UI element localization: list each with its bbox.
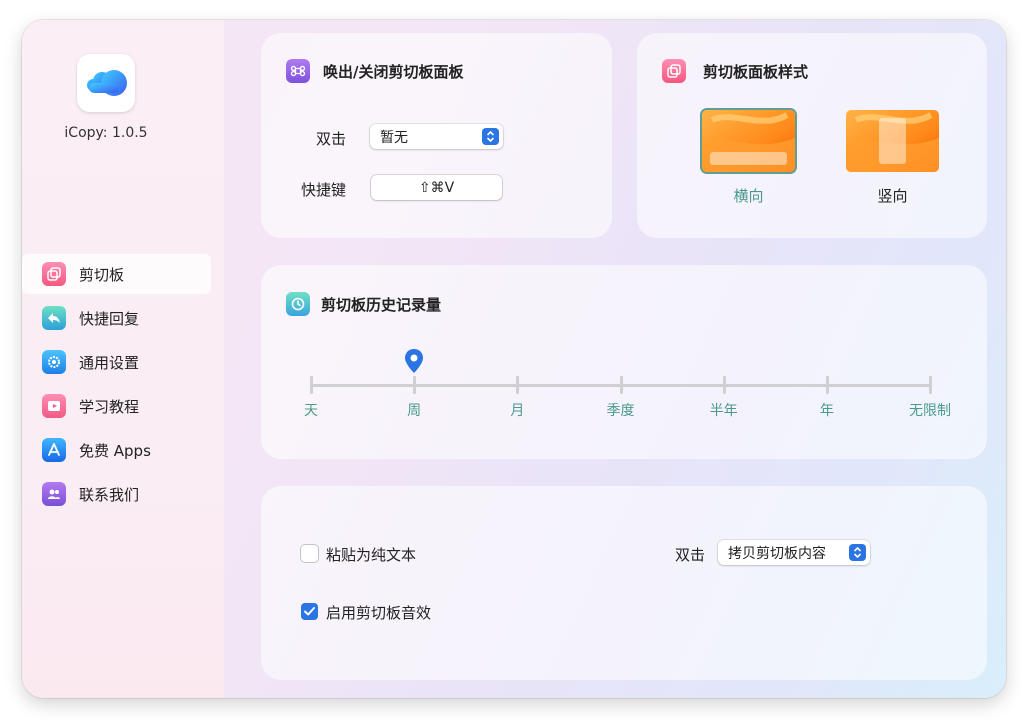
vertical-style-thumbnail[interactable] bbox=[846, 110, 939, 172]
app-version: iCopy: 1.0.5 bbox=[64, 125, 148, 141]
chevron-updown-icon bbox=[482, 128, 499, 145]
slider-tick-label[interactable]: 天 bbox=[281, 400, 341, 420]
slider-tick-label[interactable]: 周 bbox=[384, 400, 444, 420]
slider-tick-label[interactable]: 月 bbox=[487, 400, 547, 420]
sidebar: iCopy: 1.0.5 剪切板 快捷回复 通用设置 学习教程 免费 Apps … bbox=[22, 20, 224, 698]
sidebar-item-free-apps[interactable]: 免费 Apps bbox=[22, 430, 211, 470]
app-store-icon bbox=[42, 438, 66, 462]
sidebar-item-clipboard[interactable]: 剪切板 bbox=[22, 254, 211, 294]
checkmark-icon bbox=[304, 607, 315, 616]
horizontal-style-thumbnail[interactable] bbox=[702, 110, 795, 172]
hotkey-label: 快捷键 bbox=[300, 181, 346, 199]
contacts-icon bbox=[42, 482, 66, 506]
sidebar-item-general[interactable]: 通用设置 bbox=[22, 342, 211, 382]
app-window: iCopy: 1.0.5 剪切板 快捷回复 通用设置 学习教程 免费 Apps … bbox=[22, 20, 1006, 698]
history-card: 剪切板历史记录量 bbox=[261, 265, 987, 459]
sidebar-item-label: 免费 Apps bbox=[79, 441, 151, 460]
slider-tick[interactable] bbox=[619, 376, 623, 394]
double-click-action-select[interactable]: 拷贝剪切板内容 bbox=[718, 540, 870, 565]
slider-tick[interactable] bbox=[722, 376, 726, 394]
panel-style-card: 剪切板面板样式 横向 竖向 bbox=[637, 33, 987, 238]
vertical-style-label[interactable]: 竖向 bbox=[846, 185, 939, 206]
double-click-select-value: 暂无 bbox=[380, 129, 408, 146]
clock-history-icon bbox=[286, 292, 310, 316]
slider-tick-label[interactable]: 季度 bbox=[591, 400, 651, 420]
sidebar-item-quick-reply[interactable]: 快捷回复 bbox=[22, 298, 211, 338]
slider-tick[interactable] bbox=[310, 376, 313, 394]
gear-icon bbox=[42, 350, 66, 374]
panel-style-title: 剪切板面板样式 bbox=[703, 63, 809, 81]
sidebar-item-label: 通用设置 bbox=[79, 353, 140, 372]
video-icon bbox=[42, 394, 66, 418]
sidebar-item-tutorial[interactable]: 学习教程 bbox=[22, 386, 211, 426]
slider-tick[interactable] bbox=[413, 376, 417, 394]
sidebar-item-contact[interactable]: 联系我们 bbox=[22, 474, 211, 514]
sidebar-item-label: 学习教程 bbox=[79, 397, 140, 416]
plain-text-checkbox[interactable] bbox=[301, 545, 318, 562]
command-icon bbox=[286, 59, 310, 83]
sound-checkbox[interactable] bbox=[301, 603, 318, 620]
double-click-select[interactable]: 暂无 bbox=[370, 124, 503, 149]
reply-icon bbox=[42, 306, 66, 330]
toggle-panel-card: 唤出/关闭剪切板面板 双击 暂无 快捷键 ⇧⌘V bbox=[261, 33, 612, 238]
slider-pin-icon[interactable] bbox=[404, 348, 424, 374]
toggle-panel-title: 唤出/关闭剪切板面板 bbox=[323, 63, 464, 81]
plain-text-label[interactable]: 粘贴为纯文本 bbox=[326, 544, 416, 565]
sidebar-item-label: 快捷回复 bbox=[79, 309, 140, 328]
sidebar-item-label: 联系我们 bbox=[79, 485, 140, 504]
horizontal-style-label[interactable]: 横向 bbox=[702, 185, 795, 206]
double-click-action-label: 双击 bbox=[674, 546, 705, 564]
slider-tick-label[interactable]: 无限制 bbox=[900, 400, 960, 420]
double-click-label: 双击 bbox=[315, 130, 346, 148]
hotkey-recorder[interactable]: ⇧⌘V bbox=[371, 175, 502, 200]
options-card: 粘贴为纯文本 启用剪切板音效 双击 拷贝剪切板内容 bbox=[261, 486, 987, 680]
clipboard-icon bbox=[662, 59, 686, 83]
app-logo-icon bbox=[77, 54, 135, 112]
chevron-updown-icon bbox=[849, 544, 866, 561]
slider-tick[interactable] bbox=[929, 376, 932, 394]
clipboard-icon bbox=[42, 262, 66, 286]
history-title: 剪切板历史记录量 bbox=[321, 296, 442, 314]
slider-tick-label[interactable]: 半年 bbox=[694, 400, 754, 420]
double-click-action-value: 拷贝剪切板内容 bbox=[728, 545, 826, 562]
slider-tick-label[interactable]: 年 bbox=[797, 400, 857, 420]
slider-tick[interactable] bbox=[516, 376, 520, 394]
sound-label[interactable]: 启用剪切板音效 bbox=[326, 602, 431, 623]
sidebar-item-label: 剪切板 bbox=[79, 265, 125, 284]
slider-tick[interactable] bbox=[825, 376, 829, 394]
